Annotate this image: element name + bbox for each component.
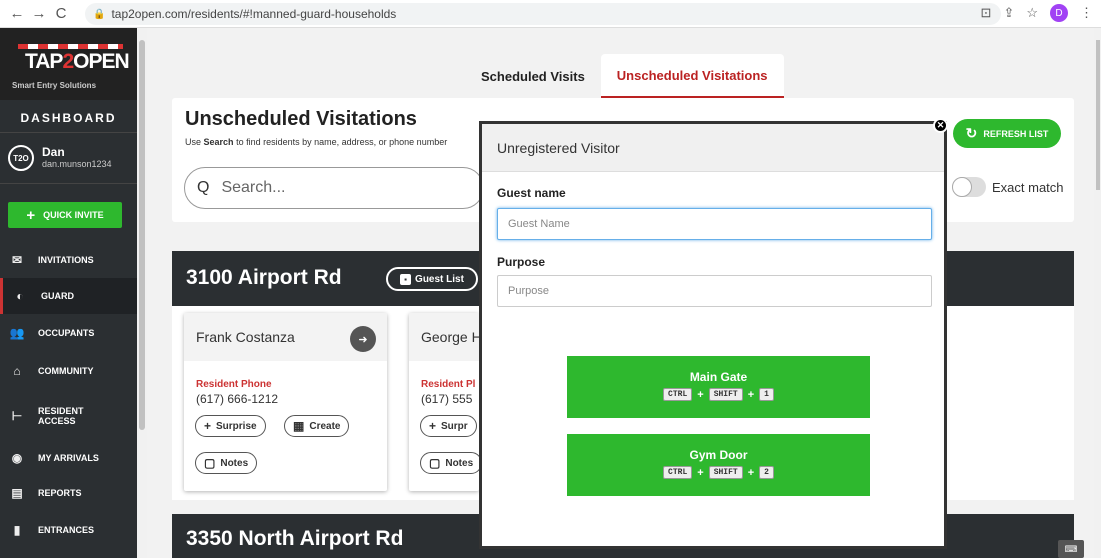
notes-button[interactable]: ▢ Notes	[420, 452, 483, 474]
plus-icon: +	[26, 206, 36, 224]
address-bar[interactable]: 🔒 tap2open.com/residents/#!manned-guard-…	[85, 3, 1001, 25]
shield-icon: ◐	[16, 289, 24, 303]
quick-invite-button[interactable]: + QUICK INVITE	[8, 202, 122, 228]
page-subtitle: Use Search to find residents by name, ad…	[185, 137, 448, 147]
sidebar-item-entrances[interactable]: ▮ ENTRANCES	[0, 512, 137, 548]
visit-tabs: Scheduled Visits Unscheduled Visitations	[465, 54, 784, 98]
sidebar: TAP2OPEN Smart Entry Solutions DASHBOARD…	[0, 28, 137, 558]
tab-unscheduled-visitations[interactable]: Unscheduled Visitations	[600, 54, 784, 98]
user-name: Dan	[42, 145, 65, 159]
sidebar-item-invitations[interactable]: ✉ INVITATIONS	[0, 242, 137, 278]
search-icon: Q	[197, 179, 210, 196]
notes-button[interactable]: ▢ Notes	[195, 452, 258, 474]
close-icon[interactable]: ✕	[933, 118, 948, 133]
toggle-switch[interactable]	[952, 177, 986, 197]
guest-name-field[interactable]	[497, 208, 932, 240]
reload-icon[interactable]: C	[50, 5, 72, 22]
sign-in-icon[interactable]: ➜	[350, 326, 376, 352]
logo-text: TAP2OPEN	[25, 50, 130, 73]
resident-phone[interactable]: (617) 555	[421, 392, 472, 406]
exact-match-toggle[interactable]: Exact match	[952, 177, 1064, 197]
brand-logo[interactable]: TAP2OPEN Smart Entry Solutions	[0, 28, 137, 100]
lock-icon: 🔒	[93, 8, 106, 20]
dashboard-heading: DASHBOARD	[20, 111, 117, 125]
search-input[interactable]: Q Search...	[184, 167, 484, 209]
note-icon: ▢	[429, 456, 441, 470]
create-button[interactable]: ▦ Create	[284, 415, 350, 437]
gate-name: Gym Door	[689, 448, 748, 462]
door-icon: ▮	[13, 523, 21, 537]
envelope-icon: ✉	[11, 253, 23, 267]
sidebar-item-reports[interactable]: ▤ REPORTS	[0, 475, 137, 511]
user-profile[interactable]: T2O Dan dan.munson1234	[0, 132, 137, 184]
star-icon[interactable]: ☆	[1026, 5, 1038, 21]
sidebar-scroll-thumb[interactable]	[139, 40, 145, 430]
profile-avatar[interactable]: D	[1050, 4, 1068, 22]
refresh-list-button[interactable]: ↻ REFRESH LIST	[953, 119, 1061, 148]
contact-card-icon: ▪	[400, 273, 412, 285]
surprise-button[interactable]: + Surpr	[420, 415, 477, 437]
plus-icon: +	[204, 419, 212, 433]
resident-card: George H Resident Pl (617) 555 + Surpr ▢ N…	[409, 313, 483, 491]
guest-list-button[interactable]: ▪ Guest List	[386, 267, 478, 291]
logo-tagline: Smart Entry Solutions	[12, 81, 97, 90]
purpose-field[interactable]	[497, 275, 932, 307]
tab-scheduled-visits[interactable]: Scheduled Visits	[465, 54, 601, 98]
keyboard-icon[interactable]: ⌨	[1058, 540, 1084, 558]
page-scroll-thumb[interactable]	[1096, 40, 1100, 190]
refresh-icon: ↻	[965, 125, 978, 141]
eye-icon: ◉	[11, 451, 23, 465]
gate-name: Main Gate	[689, 370, 748, 384]
surprise-button[interactable]: + Surprise	[195, 415, 266, 437]
keyboard-shortcut: CTRL + SHIFT +1	[567, 388, 870, 401]
unregistered-visitor-modal: Unregistered Visitor Guest name Purpose …	[479, 121, 947, 549]
sidebar-item-my-arrivals[interactable]: ◉ MY ARRIVALS	[0, 440, 137, 476]
gym-door-button[interactable]: Gym Door CTRL + SHIFT +2	[567, 434, 870, 496]
menu-kebab-icon[interactable]: ⋮	[1080, 5, 1093, 21]
calendar-plus-icon: ▦	[293, 419, 305, 433]
purpose-label: Purpose	[497, 255, 546, 269]
building-name: 3100 Airport Rd	[186, 266, 342, 289]
sidebar-item-community[interactable]: ⌂ COMMUNITY	[0, 353, 137, 389]
building-name: 3350 North Airport Rd	[186, 527, 404, 550]
keyboard-shortcut: CTRL + SHIFT +2	[567, 466, 870, 479]
clipboard-icon: ▤	[11, 486, 23, 500]
forward-arrow-icon[interactable]: →	[28, 5, 50, 22]
resident-phone[interactable]: (617) 666-1212	[196, 392, 278, 406]
phone-label: Resident Phone	[196, 379, 272, 390]
page-title: Unscheduled Visitations	[185, 108, 417, 130]
sidebar-item-resident-access[interactable]: ⊢ RESIDENT ACCESS	[0, 396, 137, 436]
main-gate-button[interactable]: Main Gate CTRL + SHIFT +1	[567, 356, 870, 418]
users-icon: 👥	[9, 326, 25, 340]
phone-label: Resident Pl	[421, 379, 476, 390]
back-arrow-icon[interactable]: ←	[6, 5, 28, 22]
user-email: dan.munson1234	[42, 159, 112, 169]
gate-arm-icon: ⊢	[11, 409, 23, 423]
plus-icon: +	[429, 419, 437, 433]
resident-name: George H	[409, 313, 479, 361]
modal-title: Unregistered Visitor	[482, 124, 944, 172]
guest-name-label: Guest name	[497, 186, 566, 200]
note-icon: ▢	[204, 456, 216, 470]
share-icon[interactable]: ⇪	[1003, 5, 1014, 21]
avatar: T2O	[8, 145, 34, 171]
sidebar-item-occupants[interactable]: 👥 OCCUPANTS	[0, 315, 137, 351]
sidebar-item-guard[interactable]: ◐ GUARD	[0, 278, 137, 314]
logo-stripe	[18, 44, 123, 49]
buildings-icon: ⌂	[13, 364, 21, 378]
url-text: tap2open.com/residents/#!manned-guard-ho…	[111, 7, 397, 21]
browser-toolbar: ← → C 🔒 tap2open.com/residents/#!manned-…	[0, 0, 1101, 28]
install-icon[interactable]: ⊡	[981, 5, 992, 21]
resident-card: Frank Costanza ➜ Resident Phone (617) 66…	[184, 313, 387, 491]
